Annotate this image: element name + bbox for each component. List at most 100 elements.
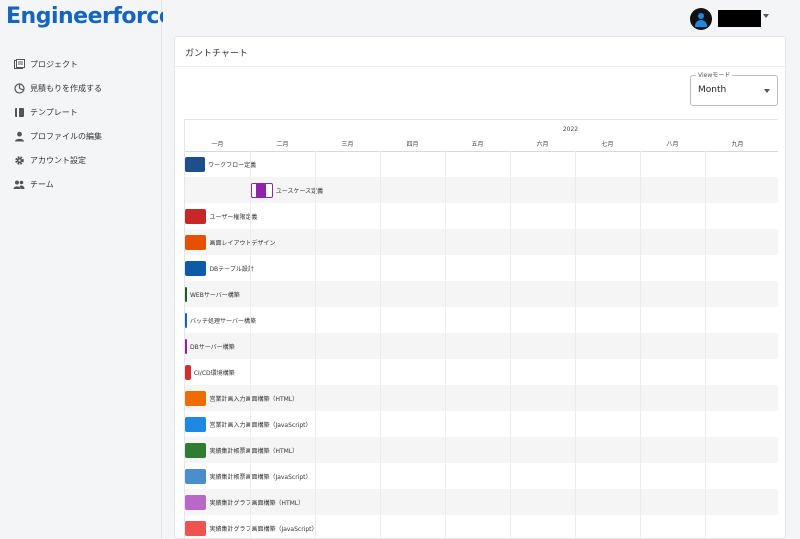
estimate-icon — [13, 82, 25, 94]
team-icon — [13, 178, 25, 190]
app-logo[interactable]: Engineerforce — [6, 4, 174, 29]
gantt-task-bar[interactable] — [185, 391, 207, 406]
avatar-body — [695, 20, 707, 27]
gantt-row: 営業計画入力画面構築（HTML） — [185, 385, 778, 411]
sidebar-item-label: 見積もりを作成する — [30, 83, 102, 93]
gantt-month-gridline — [575, 151, 576, 538]
gantt-task-label: DBサーバー構築 — [190, 344, 235, 351]
gantt-month-label: 一月 — [211, 141, 224, 148]
gantt-task-label: 画面レイアウトデザイン — [209, 240, 276, 247]
gantt-task-bar[interactable] — [185, 469, 207, 484]
gantt-task-label: WEBサーバー構築 — [190, 292, 240, 299]
sidebar-nav: プロジェクト 見積もりを作成する テンプレート プロファイルの編集 アカウント設… — [0, 52, 162, 196]
gantt-row: ユースケース定義 — [185, 177, 778, 203]
sidebar-item-label: チーム — [30, 179, 54, 189]
gantt-chart: 2022 一月 二月 三月 四月 五月 六月 七月 八月 九月 ワークフロー定義ユースケース定義… — [184, 119, 778, 538]
gantt-year: 2022 — [562, 126, 579, 133]
top-header — [163, 0, 800, 36]
sidebar-item-template[interactable]: テンプレート — [0, 100, 162, 124]
sidebar-item-label: プロジェクト — [30, 59, 78, 69]
gantt-month-gridline — [445, 151, 446, 538]
template-icon — [13, 106, 25, 118]
gantt-task-label: ユースケース定義 — [275, 188, 324, 195]
gantt-month-label: 八月 — [666, 141, 679, 148]
gantt-row: DBテーブル設計 — [185, 255, 778, 281]
gantt-row: 実績集計グラフ画面構築（JavaScript） — [185, 515, 778, 538]
gantt-task-label: 営業計画入力画面構築（HTML） — [209, 396, 299, 403]
gantt-header-line — [185, 151, 778, 152]
project-icon — [13, 58, 25, 70]
gantt-month-gridline — [315, 151, 316, 538]
gantt-row: 画面レイアウトデザイン — [185, 229, 778, 255]
gantt-task-label: ワークフロー定義 — [208, 162, 257, 169]
gantt-card: ガントチャート Viewモード Month 2022 一月 二月 三月 四月 五月 六月 七… — [174, 36, 786, 539]
gantt-row: 実績集計グラフ画面構築（HTML） — [185, 489, 778, 515]
sidebar-item-label: テンプレート — [30, 107, 78, 117]
gantt-task-bar[interactable] — [185, 235, 207, 250]
gantt-task-bar[interactable] — [185, 443, 207, 458]
sidebar-item-account-settings[interactable]: アカウント設定 — [0, 148, 162, 172]
divider — [175, 66, 785, 67]
chevron-down-icon — [764, 89, 770, 93]
avatar[interactable] — [690, 8, 712, 30]
gantt-month-gridline — [705, 151, 706, 538]
gantt-task-bar[interactable] — [185, 287, 187, 302]
sidebar-item-label: プロファイルの編集 — [30, 131, 102, 141]
sidebar-item-project[interactable]: プロジェクト — [0, 52, 162, 76]
gantt-row: 実績集計帳票画面構築（HTML） — [185, 437, 778, 463]
gantt-task-bar[interactable] — [185, 339, 187, 354]
chevron-down-icon[interactable] — [763, 14, 769, 18]
view-mode-value: Month — [698, 85, 727, 95]
gantt-task-bar[interactable] — [251, 183, 273, 198]
gantt-task-label: バッチ処理サーバー構築 — [190, 318, 256, 325]
gantt-task-label: 営業計画入力画面構築（JavaScript） — [209, 422, 312, 429]
gantt-row: CI/CD環境構築 — [185, 359, 778, 385]
gantt-row: WEBサーバー構築 — [185, 281, 778, 307]
gantt-row: DBサーバー構築 — [185, 333, 778, 359]
gantt-task-label: CI/CD環境構築 — [193, 370, 235, 377]
gantt-task-bar[interactable] — [185, 261, 207, 276]
gantt-month-gridline — [640, 151, 641, 538]
sidebar-item-estimate[interactable]: 見積もりを作成する — [0, 76, 162, 100]
gantt-row: 実績集計帳票画面構築（JavaScript） — [185, 463, 778, 489]
sidebar-item-team[interactable]: チーム — [0, 172, 162, 196]
gantt-row: バッチ処理サーバー構築 — [185, 307, 778, 333]
gantt-task-bar[interactable] — [185, 209, 207, 224]
username[interactable] — [718, 10, 761, 27]
sidebar-item-profile[interactable]: プロファイルの編集 — [0, 124, 162, 148]
view-mode-select[interactable]: Viewモード Month — [690, 70, 778, 106]
gantt-month-label: 九月 — [731, 141, 744, 148]
gantt-month-header: 一月 二月 三月 四月 五月 六月 七月 八月 九月 — [185, 139, 778, 151]
sidebar: Engineerforce プロジェクト 見積もりを作成する テンプレート プロ… — [0, 0, 174, 539]
gantt-month-label: 五月 — [471, 141, 484, 148]
gantt-task-bar[interactable] — [185, 495, 207, 510]
gantt-row: 営業計画入力画面構築（JavaScript） — [185, 411, 778, 437]
gantt-task-label: 実績集計グラフ画面構築（JavaScript） — [209, 526, 318, 533]
profile-icon — [13, 130, 25, 142]
gantt-task-bar[interactable] — [185, 365, 191, 380]
gantt-month-label: 二月 — [276, 141, 289, 148]
gantt-month-gridline — [380, 151, 381, 538]
gantt-task-bar[interactable] — [185, 417, 207, 432]
view-mode-label: Viewモード — [696, 70, 733, 79]
gantt-task-progress — [256, 184, 267, 197]
gantt-task-label: 実績集計帳票画面構築（JavaScript） — [209, 474, 312, 481]
gantt-task-bar[interactable] — [185, 157, 206, 172]
gantt-task-label: 実績集計帳票画面構築（HTML） — [209, 448, 299, 455]
gantt-month-label: 四月 — [406, 141, 419, 148]
gear-icon — [13, 154, 25, 166]
gantt-row: ワークフロー定義 — [185, 151, 778, 177]
gantt-task-label: DBテーブル設計 — [209, 266, 254, 273]
gantt-month-label: 三月 — [341, 141, 354, 148]
gantt-month-gridline — [250, 151, 251, 538]
gantt-month-gridline — [510, 151, 511, 538]
gantt-task-label: 実績集計グラフ画面構築（HTML） — [209, 500, 305, 507]
sidebar-item-label: アカウント設定 — [30, 155, 86, 165]
avatar-head — [698, 13, 704, 19]
gantt-month-label: 六月 — [536, 141, 549, 148]
gantt-task-bar[interactable] — [185, 313, 187, 328]
gantt-task-bar[interactable] — [185, 521, 207, 536]
page-title: ガントチャート — [185, 49, 248, 59]
gantt-row: ユーザー権限定義 — [185, 203, 778, 229]
gantt-month-label: 七月 — [601, 141, 614, 148]
